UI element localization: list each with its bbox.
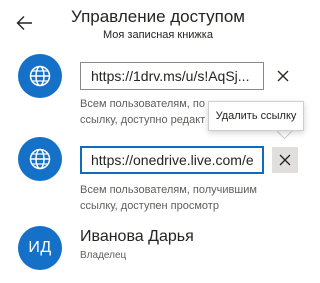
owner-name: Иванова Дарья	[80, 228, 194, 245]
owner-avatar: ИД	[18, 226, 62, 270]
owner-role: Владелец	[80, 250, 127, 261]
remove-link-button[interactable]	[272, 147, 298, 173]
page-title: Управление доступом	[71, 7, 245, 26]
link-description-line2: ссылку, доступно редакт	[80, 114, 206, 126]
remove-link-tooltip: Удалить ссылку	[208, 101, 304, 131]
link-description: Всем пользователям, по ссылку, доступно …	[80, 96, 205, 128]
link-url-field[interactable]: https://onedrive.live.com/e	[80, 146, 264, 174]
link-url-field[interactable]: https://1drv.ms/u/s!AqSj...	[80, 62, 264, 90]
globe-icon	[29, 148, 51, 170]
link-description-line1: Всем пользователям, получившим	[80, 184, 257, 196]
remove-link-button[interactable]	[270, 63, 296, 89]
link-description-line1: Всем пользователям, по	[80, 98, 205, 110]
page-subtitle: Моя записная книжка	[103, 29, 213, 41]
link-avatar	[18, 54, 62, 98]
link-description: Всем пользователям, получившим ссылку, д…	[80, 182, 257, 214]
close-icon	[279, 154, 291, 166]
owner-initials: ИД	[28, 239, 52, 256]
link-description-line2: ссылку, доступен просмотр	[80, 200, 219, 212]
link-avatar	[18, 137, 62, 181]
globe-icon	[29, 65, 51, 87]
close-icon	[277, 70, 289, 82]
